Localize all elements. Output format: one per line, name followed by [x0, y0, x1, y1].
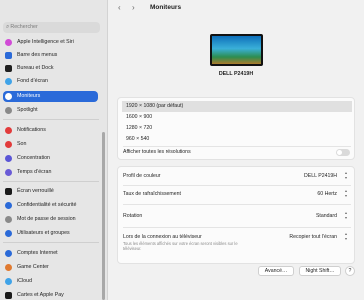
- sidebar-item-internet-accounts[interactable]: Comptes Internet: [3, 248, 98, 259]
- search-icon: ⌕: [6, 24, 10, 30]
- hourglass-icon: [5, 169, 12, 176]
- sidebar-item-sound[interactable]: Son: [3, 139, 98, 150]
- sidebar-item-focus[interactable]: Concentration: [3, 153, 98, 164]
- divider: [123, 185, 351, 186]
- at-sign-icon: [5, 250, 12, 257]
- toolbar: [108, 0, 364, 16]
- night-shift-button[interactable]: Night Shift…: [299, 266, 341, 276]
- users-icon: [5, 230, 12, 237]
- chevron-updown-icon[interactable]: ▴ ▾: [343, 231, 349, 241]
- rotation-label: Rotation: [123, 213, 143, 219]
- color-profile-label: Profil de couleur: [123, 173, 161, 179]
- display-preview[interactable]: [210, 34, 263, 66]
- sidebar-scrollbar[interactable]: [102, 132, 105, 300]
- page-title: Moniteurs: [150, 4, 182, 11]
- sidebar-item-desktop-dock[interactable]: Bureau et Dock: [3, 63, 98, 74]
- spotlight-icon: [5, 107, 12, 114]
- cloud-icon: [5, 278, 12, 285]
- divider: [123, 227, 351, 228]
- display-icon: [5, 93, 12, 100]
- hand-icon: [5, 202, 12, 209]
- siri-icon: [5, 39, 12, 46]
- sidebar-item-wallet[interactable]: Cartes et Apple Pay: [3, 290, 98, 300]
- tv-connection-select[interactable]: Recopier tout l’écran: [289, 234, 337, 240]
- sidebar-item-spotlight[interactable]: Spotlight: [3, 105, 98, 116]
- help-button[interactable]: ?: [345, 266, 355, 276]
- refresh-rate-select[interactable]: 60 Hertz: [317, 191, 337, 197]
- show-all-resolutions-label: Afficher toutes les résolutions: [123, 149, 191, 155]
- sidebar-item-menu-bar[interactable]: Barre des menus: [3, 50, 98, 61]
- sidebar-item-login-password[interactable]: Mot de passe de session: [3, 214, 98, 225]
- lock-icon: [5, 216, 12, 223]
- color-profile-select[interactable]: DELL P2419H: [304, 173, 337, 179]
- tv-connection-hint: Tous les éléments affichés sur votre écr…: [123, 241, 238, 251]
- game-center-icon: [5, 264, 12, 271]
- search-field[interactable]: ⌕Rechercher: [3, 22, 100, 33]
- divider: [123, 146, 351, 147]
- forward-button[interactable]: ›: [132, 3, 135, 12]
- wallet-icon: [5, 292, 12, 299]
- sidebar-item-screen-time[interactable]: Temps d’écran: [3, 167, 98, 178]
- chevron-updown-icon[interactable]: ▴ ▾: [343, 170, 349, 180]
- sidebar-divider: [3, 181, 99, 182]
- sidebar: ⌕Rechercher Apple Intelligence et Siri B…: [0, 0, 108, 300]
- sidebar-divider: [3, 242, 99, 243]
- divider: [123, 204, 351, 205]
- resolution-option[interactable]: 960 × 540: [122, 134, 352, 145]
- wallpaper-icon: [5, 78, 12, 85]
- resolution-option[interactable]: 1600 × 900: [122, 112, 352, 123]
- resolution-option[interactable]: 1920 × 1080 (par défaut): [122, 101, 352, 112]
- resolution-option[interactable]: 1280 × 720: [122, 123, 352, 134]
- refresh-rate-label: Taux de rafraîchissement: [123, 191, 181, 197]
- rotation-select[interactable]: Standard: [316, 213, 337, 219]
- sidebar-item-notifications[interactable]: Notifications: [3, 125, 98, 136]
- lock-screen-icon: [5, 188, 12, 195]
- moon-icon: [5, 155, 12, 162]
- menu-bar-icon: [5, 52, 12, 59]
- sidebar-item-apple-intelligence[interactable]: Apple Intelligence et Siri: [3, 37, 98, 48]
- dock-icon: [5, 65, 12, 72]
- sidebar-item-privacy[interactable]: Confidentialité et sécurité: [3, 200, 98, 211]
- back-button[interactable]: ‹: [118, 3, 121, 12]
- sidebar-item-users-groups[interactable]: Utilisateurs et groupes: [3, 228, 98, 239]
- show-all-resolutions-toggle[interactable]: [336, 149, 350, 156]
- display-name: DELL P2419H: [218, 71, 254, 77]
- display-wallpaper-thumbnail: [212, 36, 261, 64]
- chevron-updown-icon[interactable]: ▴ ▾: [343, 188, 349, 198]
- sidebar-item-lock-screen[interactable]: Écran verrouillé: [3, 186, 98, 197]
- tv-connection-label: Lors de la connexion au téléviseur: [123, 234, 202, 240]
- sidebar-item-displays[interactable]: Moniteurs: [3, 91, 98, 102]
- advanced-button[interactable]: Avancé…: [258, 266, 294, 276]
- sidebar-item-icloud[interactable]: iCloud: [3, 276, 98, 287]
- bell-icon: [5, 127, 12, 134]
- search-placeholder: Rechercher: [10, 24, 38, 30]
- sidebar-item-wallpaper[interactable]: Fond d’écran: [3, 76, 98, 87]
- chevron-updown-icon[interactable]: ▴ ▾: [343, 210, 349, 220]
- sidebar-item-game-center[interactable]: Game Center: [3, 262, 98, 273]
- speaker-icon: [5, 141, 12, 148]
- resolution-panel: 1920 × 1080 (par défaut) 1600 × 900 1280…: [117, 97, 355, 160]
- display-settings-panel: Profil de couleur DELL P2419H ▴ ▾ Taux de…: [117, 166, 355, 264]
- sidebar-divider: [3, 119, 99, 120]
